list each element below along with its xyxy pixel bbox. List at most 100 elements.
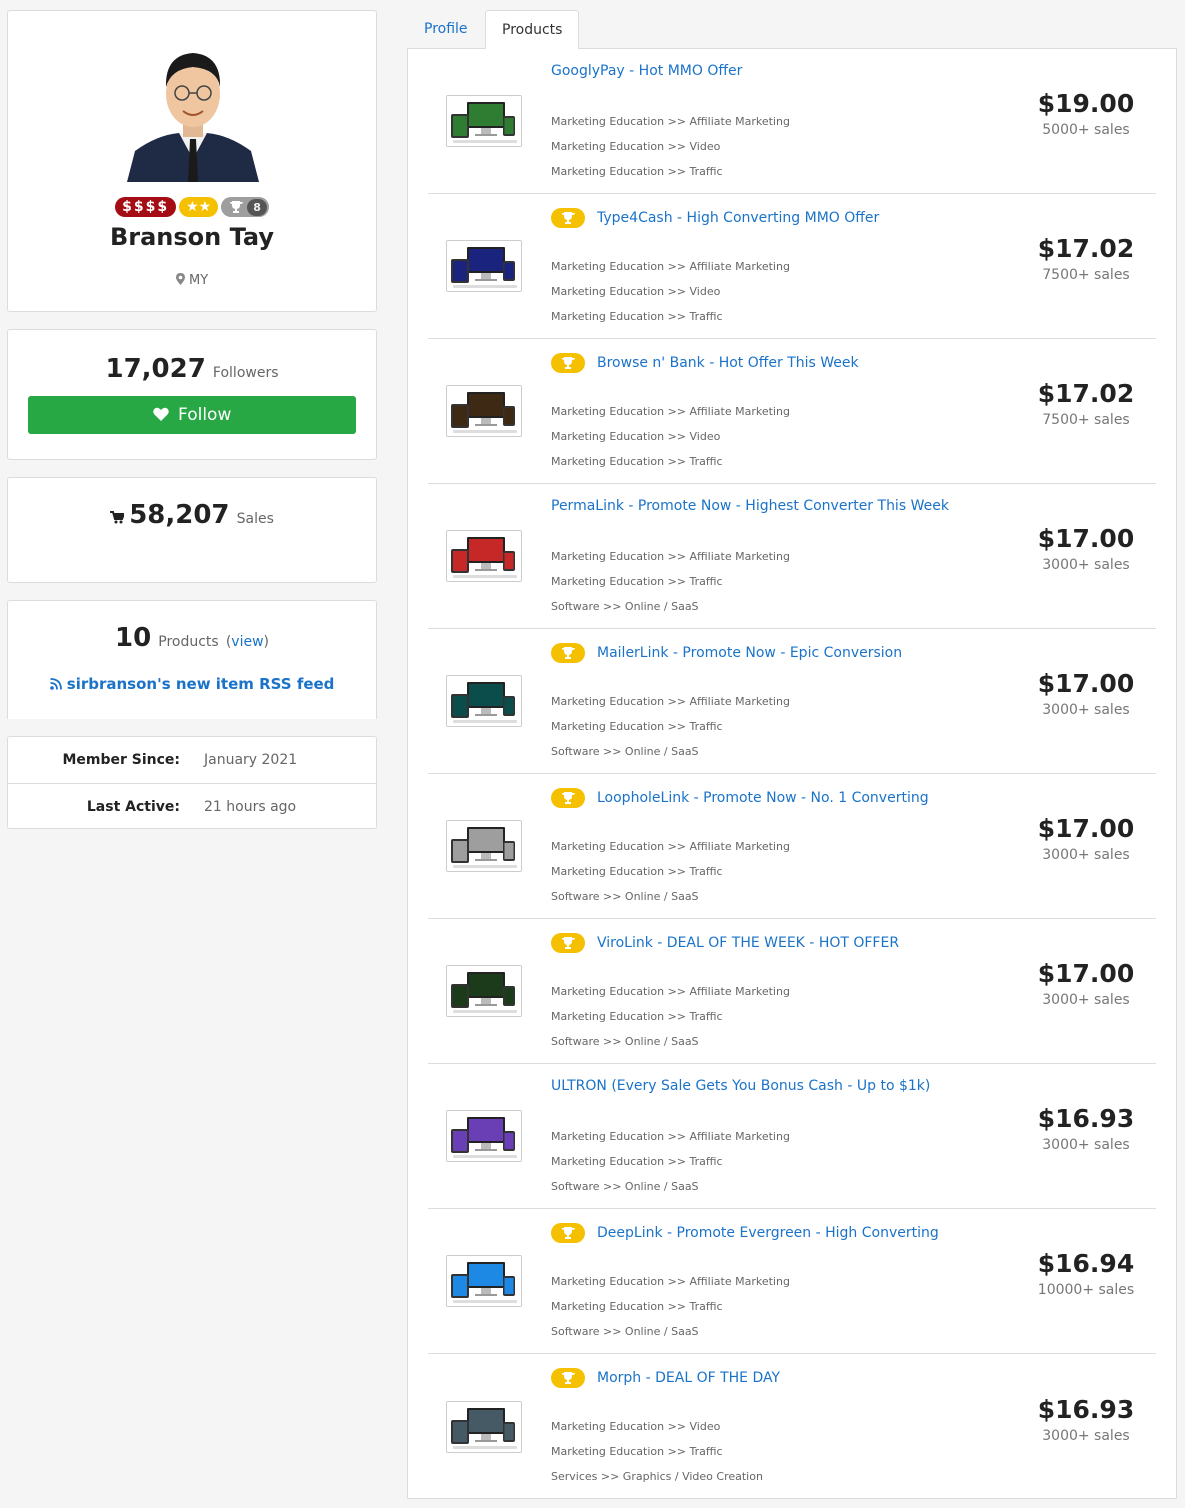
rss-icon: [49, 678, 62, 690]
product-sales: 10000+ sales: [1037, 1282, 1135, 1298]
view-products-link[interactable]: view: [231, 634, 263, 650]
tab-bar: Profile Products: [407, 10, 1177, 49]
product-thumbnail[interactable]: [446, 820, 522, 872]
product-category[interactable]: Marketing Education >> Traffic: [551, 1149, 790, 1174]
product-category[interactable]: Software >> Online / SaaS: [551, 1029, 790, 1054]
product-thumbnail[interactable]: [446, 530, 522, 582]
product-title-link[interactable]: MailerLink - Promote Now - Epic Conversi…: [597, 645, 902, 661]
product-title-link[interactable]: DeepLink - Promote Evergreen - High Conv…: [597, 1225, 939, 1241]
product-title-link[interactable]: Morph - DEAL OF THE DAY: [597, 1370, 780, 1386]
product-category[interactable]: Software >> Online / SaaS: [551, 594, 790, 619]
product-category[interactable]: Marketing Education >> Traffic: [551, 1004, 790, 1029]
product-title-link[interactable]: GooglyPay - Hot MMO Offer: [551, 63, 742, 79]
product-category[interactable]: Software >> Online / SaaS: [551, 884, 790, 909]
product-category[interactable]: Marketing Education >> Affiliate Marketi…: [551, 689, 790, 714]
product-category[interactable]: Marketing Education >> Affiliate Marketi…: [551, 834, 790, 859]
product-title-row: LoopholeLink - Promote Now - No. 1 Conve…: [551, 788, 929, 808]
product-sales: 3000+ sales: [1042, 557, 1130, 573]
product-thumbnail[interactable]: [446, 1400, 522, 1453]
trophy-icon: [561, 357, 575, 369]
product-category[interactable]: Software >> Online / SaaS: [551, 1174, 790, 1199]
product-sales: 3000+ sales: [1042, 847, 1130, 863]
product-category[interactable]: Marketing Education >> Video: [551, 424, 790, 449]
product-sales: 7500+ sales: [1042, 412, 1130, 428]
product-price-box: $17.00 3000+ sales: [1036, 669, 1136, 718]
product-category[interactable]: Services >> Graphics / Video Creation: [551, 1464, 763, 1489]
stars-badge: ★★: [179, 197, 219, 217]
product-category[interactable]: Marketing Education >> Affiliate Marketi…: [551, 254, 790, 279]
product-title-link[interactable]: ViroLink - DEAL OF THE WEEK - HOT OFFER: [597, 935, 899, 951]
product-categories: Marketing Education >> Affiliate Marketi…: [551, 399, 790, 474]
product-price: $17.00: [1037, 524, 1135, 553]
product-row: DeepLink - Promote Evergreen - High Conv…: [428, 1209, 1156, 1354]
product-category[interactable]: Marketing Education >> Traffic: [551, 449, 790, 474]
product-price-box: $19.00 5000+ sales: [1036, 89, 1136, 138]
product-price-box: $17.00 3000+ sales: [1036, 814, 1136, 863]
product-thumbnail[interactable]: [446, 965, 522, 1017]
product-title-link[interactable]: ULTRON (Every Sale Gets You Bonus Cash -…: [551, 1078, 930, 1094]
product-sales: 5000+ sales: [1042, 122, 1130, 138]
product-category[interactable]: Marketing Education >> Traffic: [551, 569, 790, 594]
product-category[interactable]: Marketing Education >> Affiliate Marketi…: [551, 1124, 790, 1149]
product-category[interactable]: Marketing Education >> Affiliate Marketi…: [551, 544, 790, 569]
product-price: $17.00: [1037, 814, 1135, 843]
cart-icon: [110, 511, 126, 524]
product-row: Browse n' Bank - Hot Offer This Week Mar…: [428, 339, 1156, 484]
product-category[interactable]: Marketing Education >> Affiliate Marketi…: [551, 1269, 790, 1294]
product-price: $17.00: [1037, 959, 1135, 988]
product-title-row: DeepLink - Promote Evergreen - High Conv…: [551, 1223, 939, 1243]
product-category[interactable]: Marketing Education >> Traffic: [551, 1294, 790, 1319]
trophy-icon: [561, 1227, 575, 1239]
product-sales: 3000+ sales: [1042, 1137, 1130, 1153]
trophy-badge: [551, 1223, 585, 1243]
trophy-badge: [551, 1368, 585, 1388]
product-category[interactable]: Marketing Education >> Affiliate Marketi…: [551, 399, 790, 424]
tab-profile[interactable]: Profile: [408, 10, 484, 49]
product-category[interactable]: Marketing Education >> Affiliate Marketi…: [551, 979, 790, 1004]
followers-count: 17,027: [105, 354, 206, 384]
product-thumbnail[interactable]: [446, 240, 522, 292]
product-category[interactable]: Marketing Education >> Traffic: [551, 159, 790, 184]
tab-products[interactable]: Products: [485, 10, 580, 49]
followers-label: Followers: [212, 365, 279, 381]
followers-card: 17,027 Followers Follow: [7, 329, 377, 460]
sales-count: 58,207: [129, 500, 230, 530]
product-image: [447, 96, 521, 146]
product-price: $16.93: [1037, 1394, 1135, 1424]
rss-feed-link[interactable]: sirbranson's new item RSS feed: [8, 675, 376, 693]
product-category[interactable]: Marketing Education >> Affiliate Marketi…: [551, 109, 790, 134]
last-active-label: Last Active:: [86, 798, 180, 815]
product-category[interactable]: Marketing Education >> Video: [551, 134, 790, 159]
product-category[interactable]: Software >> Online / SaaS: [551, 1319, 790, 1344]
product-thumbnail[interactable]: [446, 1255, 522, 1307]
product-row: ULTRON (Every Sale Gets You Bonus Cash -…: [428, 1064, 1156, 1209]
product-thumbnail[interactable]: [446, 675, 522, 727]
product-thumbnail[interactable]: [446, 385, 522, 437]
product-categories: Marketing Education >> Affiliate Marketi…: [551, 834, 790, 909]
sales-label: Sales: [236, 511, 274, 527]
product-categories: Marketing Education >> Affiliate Marketi…: [551, 689, 790, 764]
product-thumbnail[interactable]: [446, 1110, 522, 1162]
product-categories: Marketing Education >> Affiliate Marketi…: [551, 1269, 790, 1344]
trophy-icon: [561, 1372, 575, 1384]
product-category[interactable]: Marketing Education >> Video: [551, 1414, 763, 1439]
product-category[interactable]: Marketing Education >> Traffic: [551, 714, 790, 739]
product-categories: Marketing Education >> Video Marketing Ed…: [551, 1414, 763, 1489]
product-title-link[interactable]: LoopholeLink - Promote Now - No. 1 Conve…: [597, 790, 929, 806]
member-since-label: Member Since:: [62, 752, 180, 768]
product-category[interactable]: Software >> Online / SaaS: [551, 739, 790, 764]
profile-card: $$$$ ★★ 8 Branson Tay MY: [7, 10, 377, 312]
product-category[interactable]: Marketing Education >> Video: [551, 279, 790, 304]
product-category[interactable]: Marketing Education >> Traffic: [551, 859, 790, 884]
product-image: [447, 676, 521, 726]
follow-button[interactable]: Follow: [28, 396, 356, 434]
product-category[interactable]: Marketing Education >> Traffic: [551, 304, 790, 329]
trophy-badge: 8: [221, 197, 269, 217]
product-title-link[interactable]: PermaLink - Promote Now - Highest Conver…: [551, 498, 949, 514]
product-thumbnail[interactable]: [446, 95, 522, 147]
trophy-badge: [551, 643, 585, 663]
product-title-link[interactable]: Type4Cash - High Converting MMO Offer: [597, 210, 879, 226]
product-category[interactable]: Marketing Education >> Traffic: [551, 1439, 763, 1464]
product-image: [447, 386, 521, 436]
product-title-link[interactable]: Browse n' Bank - Hot Offer This Week: [597, 355, 859, 371]
